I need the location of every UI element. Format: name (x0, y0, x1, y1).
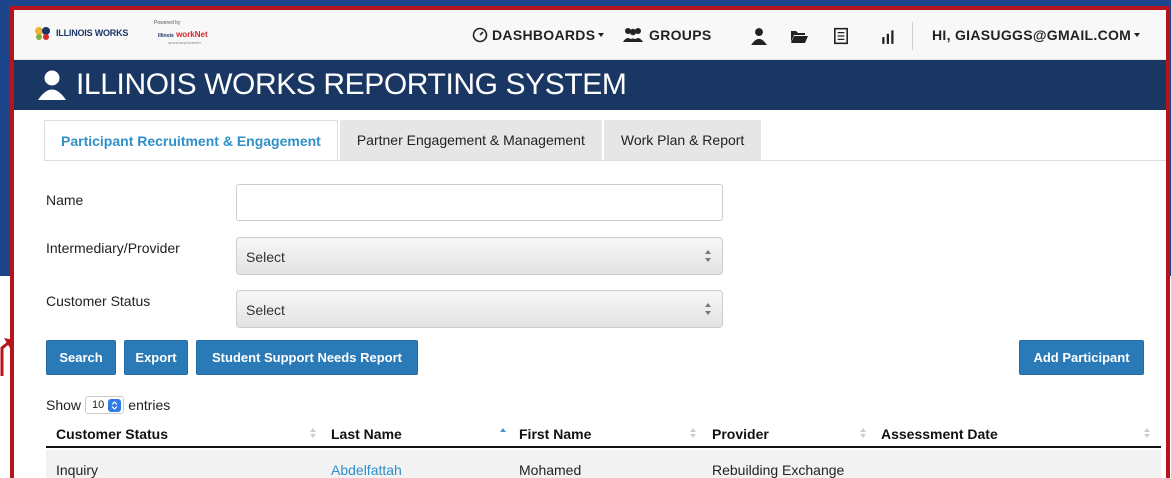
entries-select-value: 10 (92, 399, 105, 411)
cell-customer-status: Inquiry (56, 462, 99, 478)
chevron-down-icon (598, 33, 605, 37)
sort-ascending-icon[interactable] (500, 428, 506, 438)
top-navbar: ILLINOIS WORKS Powered by Illinois workN… (14, 10, 1166, 60)
worknet-logo[interactable]: Powered by Illinois workNet americanjobc… (154, 20, 224, 48)
select-arrows-icon (705, 303, 711, 315)
customer-status-label: Customer Status (46, 293, 151, 309)
sort-icon[interactable] (860, 428, 866, 438)
user-profile-icon[interactable] (750, 27, 768, 45)
sort-icon[interactable] (1144, 428, 1150, 438)
col-first-name[interactable]: First Name (519, 426, 591, 442)
export-button[interactable]: Export (124, 340, 188, 375)
customer-status-select[interactable]: Select (236, 290, 723, 328)
user-greeting: HI, GIASUGGS@GMAIL.COM (932, 27, 1132, 43)
tab-participant-recruitment[interactable]: Participant Recruitment & Engagement (44, 120, 338, 161)
gears-logo-icon (35, 27, 50, 40)
col-customer-status[interactable]: Customer Status (56, 426, 168, 442)
worknet-brand-a: Illinois (158, 33, 174, 39)
dashboard-gauge-icon (472, 27, 488, 43)
user-icon (38, 70, 66, 100)
student-support-report-button[interactable]: Student Support Needs Report (196, 340, 418, 375)
search-button[interactable]: Search (46, 340, 116, 375)
worknet-powered-text: Powered by (154, 20, 181, 26)
customer-status-select-value: Select (246, 302, 285, 318)
table-header: Customer Status Last Name First Name Pro… (46, 420, 1161, 448)
dashboards-menu[interactable]: DASHBOARDS (472, 10, 605, 60)
logo-text: ILLINOIS WORKS (56, 28, 129, 38)
sort-icon[interactable] (690, 428, 696, 438)
table-row: Inquiry Abdelfattah Mohamed Rebuilding E… (46, 450, 1161, 478)
user-menu[interactable]: HI, GIASUGGS@GMAIL.COM (932, 10, 1141, 60)
tab-partner-engagement[interactable]: Partner Engagement & Management (339, 120, 602, 160)
bar-chart-icon[interactable] (880, 27, 898, 45)
chevron-updown-icon (108, 398, 122, 412)
col-provider[interactable]: Provider (712, 426, 769, 442)
document-list-icon[interactable] (832, 27, 850, 45)
cell-last-name-link[interactable]: Abdelfattah (331, 462, 402, 478)
intermediary-label: Intermediary/Provider (46, 240, 180, 256)
page-title: ILLINOIS WORKS REPORTING SYSTEM (76, 68, 627, 101)
illinois-works-logo[interactable]: ILLINOIS WORKS (34, 26, 128, 40)
tab-bar: Participant Recruitment & Engagement Par… (44, 120, 763, 161)
add-participant-button[interactable]: Add Participant (1019, 340, 1144, 375)
select-arrows-icon (705, 250, 711, 262)
worknet-brand-b: workNet (176, 30, 208, 39)
entries-select[interactable]: 10 (85, 396, 125, 414)
dashboards-label: DASHBOARDS (492, 27, 596, 43)
worknet-brand: Illinois workNet (158, 30, 208, 39)
name-input[interactable] (236, 184, 723, 221)
groups-menu[interactable]: GROUPS (622, 10, 711, 60)
sort-icon[interactable] (310, 428, 316, 438)
groups-users-icon (623, 28, 643, 42)
cell-first-name: Mohamed (519, 462, 582, 478)
intermediary-select-value: Select (246, 249, 285, 265)
name-label: Name (46, 192, 84, 208)
entries-suffix-label: entries (128, 397, 171, 413)
chevron-down-icon (1134, 33, 1141, 37)
folder-open-icon[interactable] (790, 27, 808, 45)
entries-control: Show 10 entries (46, 396, 170, 414)
tab-divider (44, 160, 1166, 161)
groups-label: GROUPS (649, 27, 712, 43)
cell-provider: Rebuilding Exchange (712, 462, 845, 478)
page-header: ILLINOIS WORKS REPORTING SYSTEM (14, 60, 1166, 110)
tab-work-plan[interactable]: Work Plan & Report (603, 120, 762, 160)
nav-divider (912, 22, 913, 50)
app-window: ILLINOIS WORKS Powered by Illinois workN… (10, 6, 1170, 478)
col-assessment-date[interactable]: Assessment Date (881, 426, 998, 442)
worknet-sub-text: americanjobcenter (168, 40, 201, 45)
col-last-name[interactable]: Last Name (331, 426, 402, 442)
entries-show-label: Show (46, 397, 82, 413)
intermediary-select[interactable]: Select (236, 237, 723, 275)
